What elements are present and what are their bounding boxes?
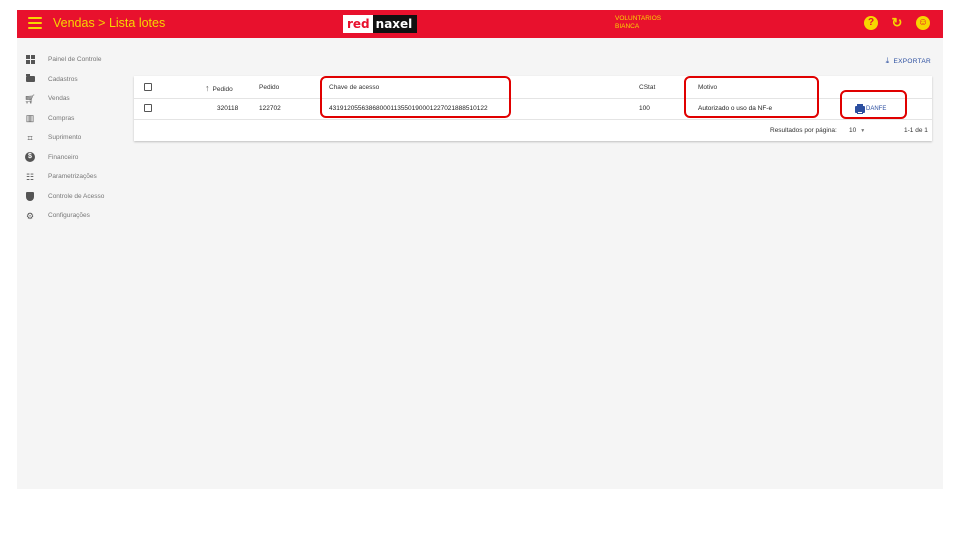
- sidebar: Painel de Controle Cadastros 🛒︎ Vendas ▥…: [17, 50, 132, 226]
- cell-pedido-b: 122702: [259, 105, 281, 112]
- sidebar-item-vendas[interactable]: 🛒︎ Vendas: [17, 89, 132, 109]
- sidebar-item-cadastros[interactable]: Cadastros: [17, 70, 132, 90]
- sidebar-item-label: Parametrizações: [48, 173, 97, 181]
- refresh-icon[interactable]: ↻: [890, 16, 904, 30]
- sidebar-item-configuracoes[interactable]: ⚙ Configurações: [17, 206, 132, 226]
- logo-part-dark: naxel: [372, 15, 418, 33]
- sidebar-item-compras[interactable]: ▥ Compras: [17, 109, 132, 129]
- dashboard-icon: [25, 55, 35, 65]
- sidebar-item-parametrizacoes[interactable]: ☷ Parametrizações: [17, 167, 132, 187]
- column-header-pedido[interactable]: Pedido: [259, 78, 279, 98]
- download-icon: ⤓: [885, 56, 890, 65]
- sidebar-item-label: Suprimento: [48, 134, 82, 142]
- table-header-row: ↑ Pedido Pedido Chave de acesso CStat Mot…: [134, 78, 932, 98]
- user-info: VOLUNTARIOS BIANCA: [615, 15, 661, 31]
- money-icon: $: [25, 152, 35, 163]
- column-header-pedido-sorted[interactable]: ↑ Pedido: [205, 78, 233, 98]
- sidebar-item-controle-acesso[interactable]: Controle de Acesso: [17, 187, 132, 207]
- sidebar-item-label: Compras: [48, 114, 75, 122]
- sort-arrow-up-icon: ↑: [205, 83, 210, 93]
- column-header-chave[interactable]: Chave de acesso: [329, 78, 379, 98]
- account-icon[interactable]: ☺: [916, 16, 930, 30]
- printer-icon: [855, 103, 865, 114]
- column-header-motivo[interactable]: Motivo: [698, 78, 717, 98]
- table-row[interactable]: 320118 122702 43191205563868000113550190…: [134, 98, 932, 119]
- cell-cstat: 100: [639, 105, 650, 112]
- pagination-range: 1-1 de 1: [904, 127, 928, 134]
- chevron-down-icon: ▼: [860, 128, 866, 134]
- sidebar-item-label: Painel de Controle: [48, 56, 102, 64]
- top-bar: Vendas > Lista lotes red naxel VOLUNTARI…: [17, 10, 943, 38]
- gear-icon: ⚙: [25, 210, 35, 221]
- rows-per-page-value: 10: [849, 127, 857, 134]
- lotes-table: ↑ Pedido Pedido Chave de acesso CStat Mot…: [134, 76, 932, 141]
- inventory-icon: ⌗: [27, 132, 33, 143]
- shield-icon: [25, 191, 35, 201]
- sidebar-item-financeiro[interactable]: $ Financeiro: [17, 148, 132, 168]
- help-icon[interactable]: ?: [864, 16, 878, 30]
- cell-chave-acesso: 4319120556386800011355019000122702188851…: [329, 105, 488, 112]
- rows-per-page-select[interactable]: 10 ▼: [849, 127, 865, 134]
- page-title: Vendas > Lista lotes: [53, 16, 166, 30]
- danfe-label: DANFE: [866, 106, 887, 112]
- row-checkbox[interactable]: [144, 104, 152, 112]
- cell-pedido-a: 320118: [217, 105, 239, 112]
- rows-per-page-label: Resultados por página:: [770, 127, 837, 134]
- column-header-cstat[interactable]: CStat: [639, 78, 655, 98]
- danfe-button[interactable]: DANFE: [855, 103, 886, 115]
- user-name: BIANCA: [615, 23, 640, 30]
- sidebar-item-label: Configurações: [48, 212, 90, 220]
- sidebar-item-label: Cadastros: [48, 75, 78, 83]
- store-icon: ▥: [25, 113, 35, 124]
- tune-icon: ☷: [25, 171, 35, 182]
- menu-icon[interactable]: [28, 17, 42, 31]
- cell-motivo: Autorizado o uso da NF-e: [698, 105, 773, 112]
- export-button[interactable]: ⤓ EXPORTAR: [886, 57, 931, 65]
- cart-icon: 🛒︎: [24, 93, 36, 104]
- column-header-pedido-sorted-label: Pedido: [212, 86, 233, 93]
- user-company: VOLUNTARIOS: [615, 15, 662, 22]
- logo-part-red: red: [343, 15, 373, 33]
- export-label: EXPORTAR: [893, 57, 931, 65]
- sidebar-item-painel[interactable]: Painel de Controle: [17, 50, 132, 70]
- folder-icon: [25, 74, 35, 84]
- top-actions: ? ↻ ☺: [864, 16, 930, 30]
- sidebar-item-suprimento[interactable]: ⌗ Suprimento: [17, 128, 132, 148]
- sidebar-item-label: Financeiro: [48, 153, 79, 161]
- sidebar-item-label: Vendas: [48, 95, 70, 103]
- select-all-checkbox[interactable]: [144, 83, 152, 91]
- sidebar-item-label: Controle de Acesso: [48, 192, 105, 200]
- app-logo: red naxel: [343, 15, 418, 33]
- app-window: Vendas > Lista lotes red naxel VOLUNTARI…: [17, 10, 943, 489]
- table-pagination: Resultados por página: 10 ▼ 1-1 de 1: [134, 119, 932, 142]
